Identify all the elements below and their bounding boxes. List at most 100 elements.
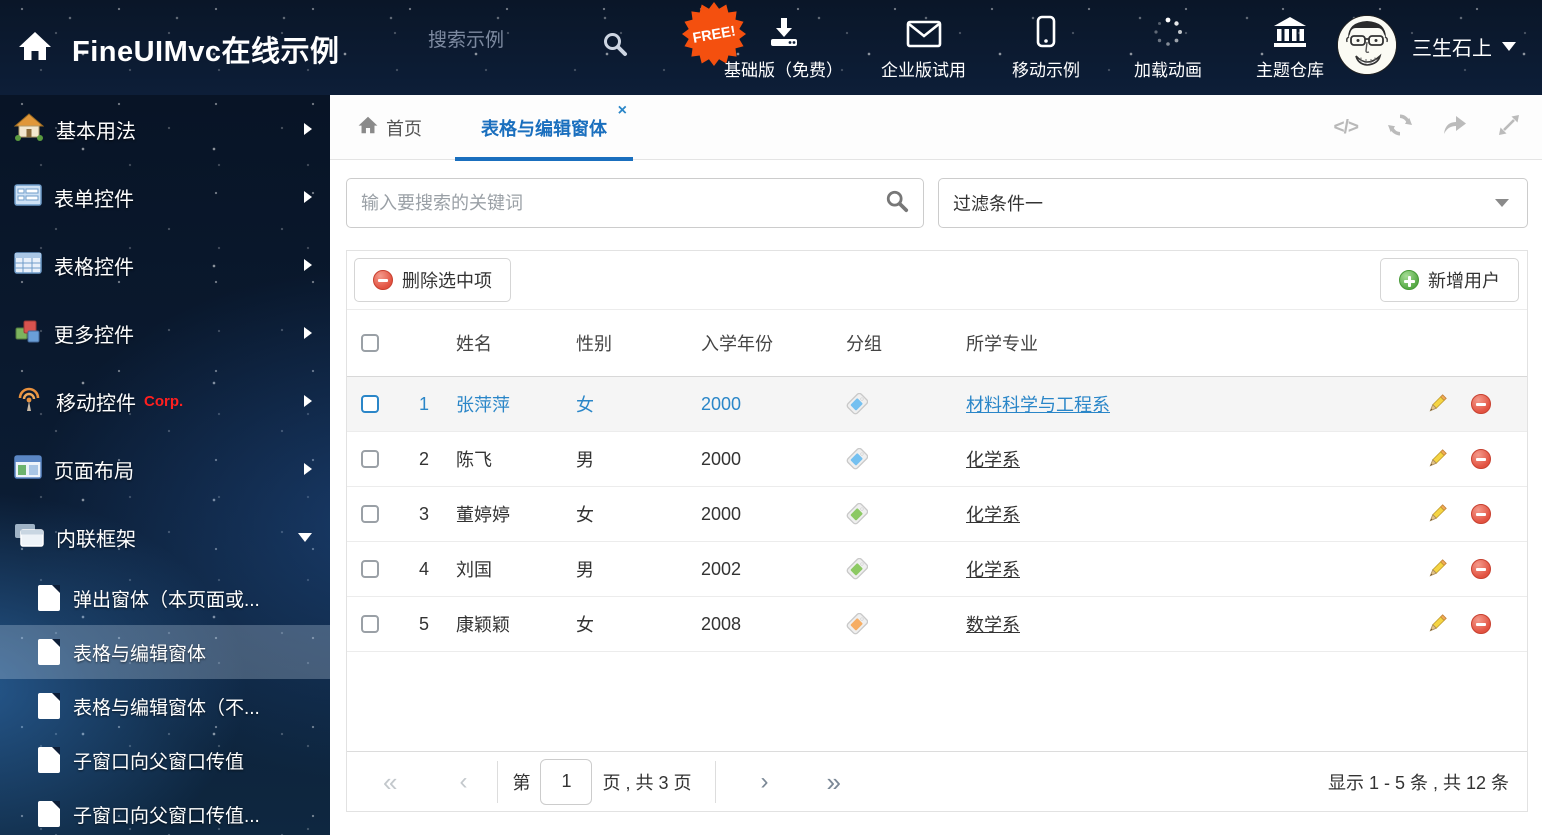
chevron-right-icon [304,123,312,135]
file-icon [38,585,60,611]
edit-icon[interactable] [1426,503,1448,525]
row-checkbox[interactable] [361,450,379,468]
edit-icon[interactable] [1426,448,1448,470]
tab-grid-edit-window[interactable]: 表格与编辑窗体 × [455,95,633,161]
table-row[interactable]: 2 陈飞 男 2000 化学系 [347,432,1527,487]
file-icon [38,639,60,665]
major-link[interactable]: 材料科学与工程系 [966,391,1110,417]
main-content: 首页 表格与编辑窗体 × </> 过滤条件一 [330,95,1542,835]
nav-item-basic-edition[interactable]: 基础版（免费） [724,12,843,81]
column-header-gender[interactable]: 性别 [553,330,677,356]
prev-page-icon[interactable]: ‹ [459,769,467,794]
button-label: 新增用户 [1428,271,1500,291]
share-icon[interactable] [1442,114,1468,141]
table-row[interactable]: 1 张萍萍 女 2000 材料科学与工程系 [347,377,1527,432]
filter-dropdown[interactable]: 过滤条件一 [938,178,1528,228]
sidebar-subitem-popup-window[interactable]: 弹出窗体（本页面或... [0,571,330,625]
search-icon[interactable] [885,189,909,218]
close-icon[interactable]: × [618,103,627,119]
major-link[interactable]: 化学系 [966,556,1020,582]
delete-icon[interactable] [1471,449,1491,469]
sidebar-subitem-child-to-parent-2[interactable]: 子窗口向父窗口传值... [0,787,330,835]
sidebar-item-form-controls[interactable]: 表单控件 [0,163,330,231]
keyword-search[interactable] [346,178,924,228]
nav-item-loading-animation[interactable]: 加载动画 [1126,12,1210,81]
edit-icon[interactable] [1426,613,1448,635]
app-window: FineUIMvc在线示例 FREE! 基础版（免费） [0,0,1542,835]
header-search[interactable] [428,30,598,52]
major-link[interactable]: 化学系 [966,501,1020,527]
cell-gender: 男 [576,560,594,580]
search-icon[interactable] [602,31,628,62]
chevron-right-icon [304,395,312,407]
sidebar-subitem-label: 子窗口向父窗口传值 [73,751,245,773]
table-row[interactable]: 4 刘国 男 2002 化学系 [347,542,1527,597]
avatar[interactable] [1337,15,1397,75]
edit-icon[interactable] [1426,558,1448,580]
sidebar-item-label: 更多控件 [54,324,134,347]
sidebar-item-basic-usage[interactable]: 基本用法 [0,95,330,163]
sidebar-item-inline-frame[interactable]: 内联框架 [0,503,330,571]
cell-gender: 男 [576,450,594,470]
row-checkbox[interactable] [361,505,379,523]
row-checkbox[interactable] [361,560,379,578]
row-number: 5 [418,613,429,634]
refresh-icon[interactable] [1388,113,1412,142]
spinner-icon [1152,12,1184,48]
file-icon [38,693,60,719]
sidebar-item-page-layout[interactable]: 页面布局 [0,435,330,503]
house-icon [13,112,45,146]
code-icon[interactable]: </> [1334,117,1360,139]
page-number-input[interactable] [540,758,593,805]
sidebar-subitem-label: 表格与编辑窗体 [73,643,207,665]
sidebar-item-label: 表单控件 [54,188,134,211]
delete-icon[interactable] [1471,504,1491,524]
sidebar-subitem-grid-edit-window[interactable]: 表格与编辑窗体 [0,625,330,679]
delete-icon[interactable] [1471,614,1491,634]
delete-selected-button[interactable]: 删除选中项 [354,258,511,302]
sidebar-subitem-grid-edit-window-2[interactable]: 表格与编辑窗体（不... [0,679,330,733]
file-icon [38,747,60,773]
delete-icon[interactable] [1471,559,1491,579]
column-header-year[interactable]: 入学年份 [677,330,823,356]
major-link[interactable]: 化学系 [966,446,1020,472]
table-row[interactable]: 3 董婷婷 女 2000 化学系 [347,487,1527,542]
major-link[interactable]: 数学系 [966,611,1020,637]
column-header-group[interactable]: 分组 [823,330,941,356]
tab-label: 表格与编辑窗体 [481,118,607,139]
tab-home[interactable]: 首页 [358,95,422,160]
cell-gender: 女 [576,615,594,635]
sidebar-item-more-controls[interactable]: 更多控件 [0,299,330,367]
user-menu[interactable]: 三生石上 [1412,32,1516,61]
nav-item-enterprise-trial[interactable]: 企业版试用 [881,12,966,81]
user-name: 三生石上 [1412,38,1492,60]
last-page-icon[interactable]: » [826,769,840,795]
nav-item-theme-repo[interactable]: 主题仓库 [1248,12,1332,81]
keyword-search-input[interactable] [347,192,885,214]
cell-gender: 女 [576,505,594,525]
row-checkbox[interactable] [361,395,379,413]
cell-year: 2000 [701,503,742,524]
add-user-button[interactable]: 新增用户 [1380,258,1519,302]
next-page-icon[interactable]: › [760,769,768,794]
chevron-right-icon [304,259,312,271]
sidebar-item-grid-controls[interactable]: 表格控件 [0,231,330,299]
grid-empty-area [347,652,1527,751]
expand-icon[interactable] [1498,114,1520,141]
column-header-major[interactable]: 所学专业 [941,330,1415,356]
chevron-right-icon [304,327,312,339]
delete-icon[interactable] [1471,394,1491,414]
column-header-name[interactable]: 姓名 [431,330,553,356]
sidebar-subitem-label: 表格与编辑窗体（不... [73,697,260,719]
chevron-right-icon [304,463,312,475]
header-search-input[interactable] [428,30,598,52]
sidebar-subitem-child-to-parent[interactable]: 子窗口向父窗口传值 [0,733,330,787]
edit-icon[interactable] [1426,393,1448,415]
row-checkbox[interactable] [361,615,379,633]
select-all-checkbox[interactable] [361,334,379,352]
nav-item-mobile-demo[interactable]: 移动示例 [1004,12,1088,81]
sidebar-item-mobile-controls[interactable]: 移动控件 Corp. [0,367,330,435]
home-icon[interactable] [18,31,52,66]
table-row[interactable]: 5 康颖颖 女 2008 数学系 [347,597,1527,652]
first-page-icon[interactable]: « [383,769,397,795]
